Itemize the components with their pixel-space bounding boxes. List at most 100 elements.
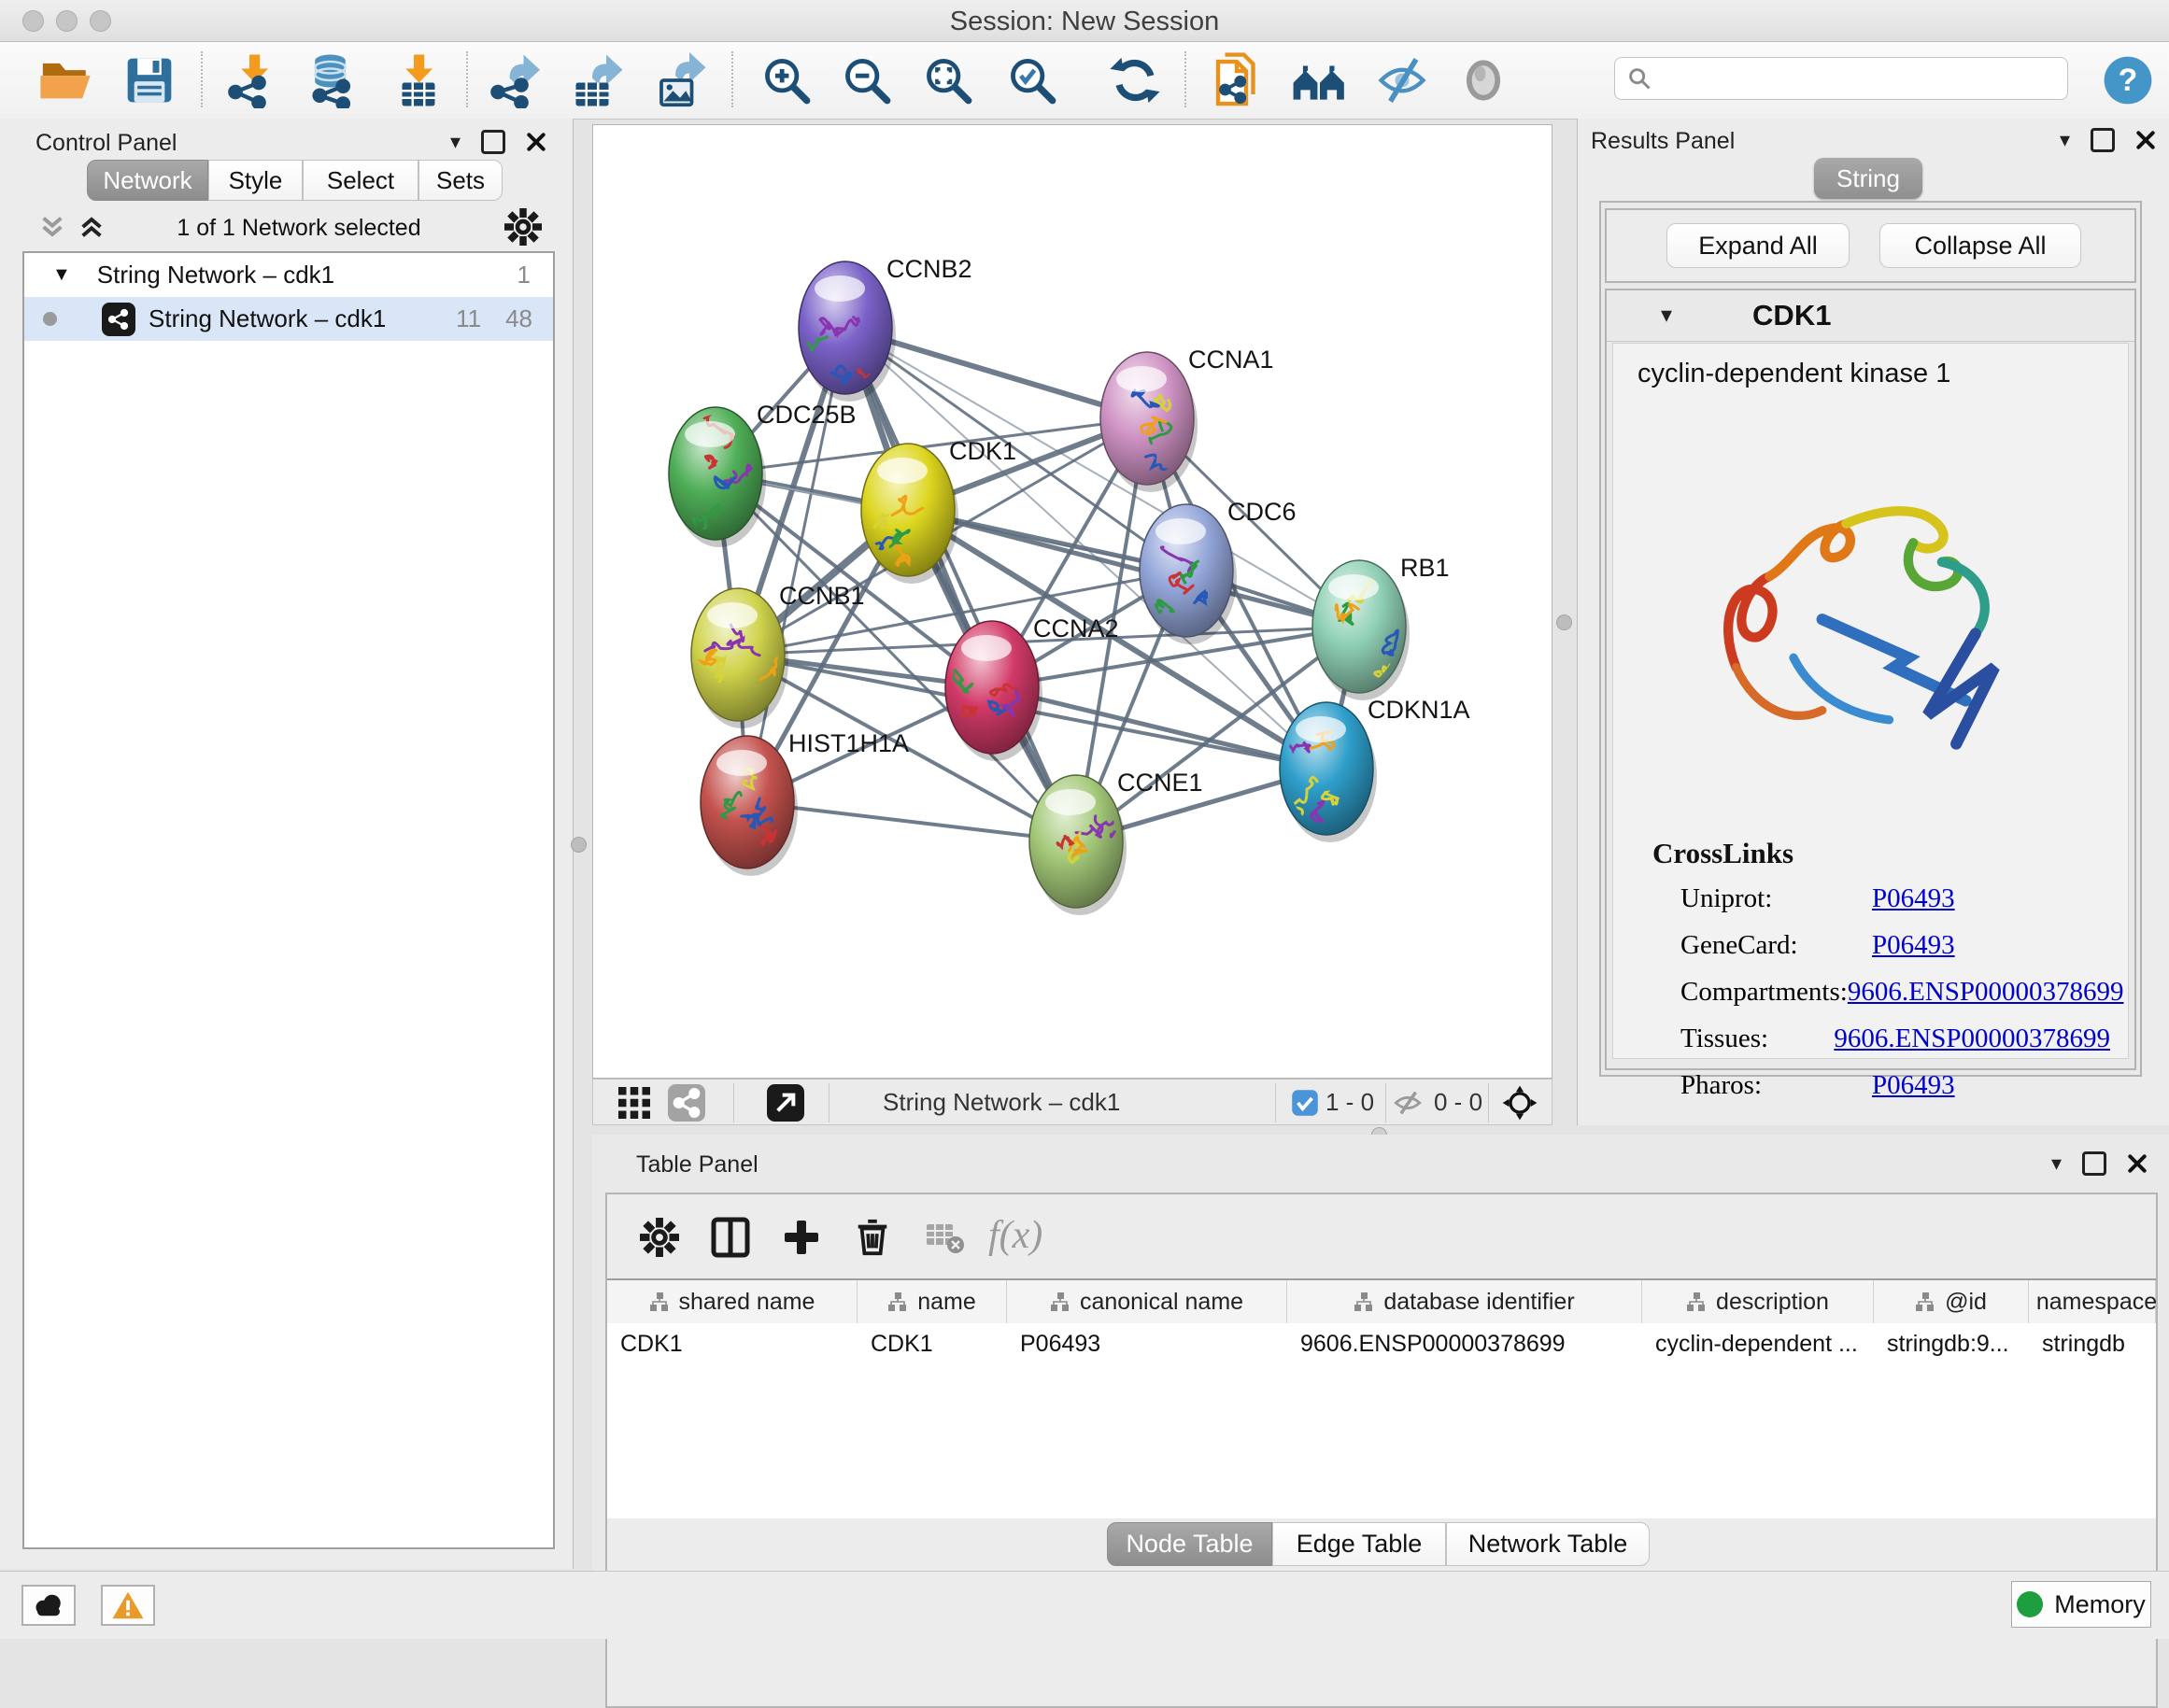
collection-expander-icon[interactable]: ▼ (52, 264, 71, 286)
tab-network[interactable]: Network (87, 160, 208, 201)
crosslink-value-link[interactable]: 9606.ENSP00000378699 (1834, 1023, 2110, 1054)
document-share-button[interactable] (1207, 50, 1267, 110)
network-edge-CCNB2-CCNE1[interactable] (845, 328, 1076, 841)
create-column-button[interactable] (775, 1211, 828, 1263)
zoom-selected-button[interactable] (1002, 50, 1062, 110)
network-node-RB1[interactable]: RB1 (1312, 554, 1450, 700)
import-database-button[interactable] (303, 50, 362, 110)
right-splitter-handle[interactable] (1556, 614, 1572, 630)
network-node-CCNE1[interactable]: CCNE1 (1029, 769, 1203, 915)
table-cell[interactable]: stringdb (2029, 1323, 2156, 1364)
network-node-CCNB2[interactable]: CCNB2 (790, 255, 972, 402)
export-table-button[interactable] (567, 50, 627, 110)
panel-menu-icon[interactable]: ▾ (2060, 130, 2070, 150)
zoom-in-button[interactable] (757, 50, 816, 110)
tab-string[interactable]: String (1814, 158, 1922, 199)
close-panel-icon[interactable] (2135, 130, 2156, 150)
fit-selected-crosshair-button[interactable] (1501, 1084, 1538, 1122)
network-row-selected[interactable]: String Network – cdk1 11 48 (24, 297, 553, 341)
tab-network-table[interactable]: Network Table (1446, 1522, 1650, 1566)
collapse-all-button[interactable]: Collapse All (1879, 223, 2081, 268)
panel-menu-icon[interactable]: ▾ (450, 132, 461, 152)
export-image-button[interactable] (650, 50, 710, 110)
warnings-button[interactable] (101, 1585, 155, 1626)
table-cell[interactable]: cyclin-dependent ... (1642, 1323, 1874, 1364)
hidden-eye-icon[interactable] (1389, 1084, 1426, 1122)
crosslink-value-link[interactable]: 9606.ENSP00000378699 (1848, 977, 2124, 1008)
close-panel-icon[interactable] (2127, 1153, 2148, 1174)
crosslink-label: Pharos: (1680, 1070, 1872, 1101)
float-panel-icon[interactable] (481, 130, 505, 154)
close-panel-icon[interactable] (526, 132, 546, 152)
network-node-HIST1H1A[interactable]: HIST1H1A (701, 729, 909, 876)
collection-name: String Network – cdk1 (97, 261, 334, 289)
import-table-button[interactable] (389, 50, 448, 110)
zoom-fit-button[interactable] (918, 50, 978, 110)
tab-style[interactable]: Style (208, 160, 303, 201)
crosslink-value-link[interactable]: P06493 (1872, 930, 1955, 961)
memory-button[interactable]: Memory (2011, 1581, 2151, 1628)
column-header-description[interactable]: description (1642, 1280, 1874, 1323)
collapse-all-networks-icon[interactable] (37, 212, 67, 247)
network-node-CCNA1[interactable]: CCNA1 (1100, 346, 1274, 492)
network-node-CDKN1A[interactable]: CDKN1A (1280, 696, 1470, 842)
column-header-database-identifier[interactable]: database identifier (1287, 1280, 1642, 1323)
open-in-new-window-button[interactable] (767, 1084, 804, 1122)
table-cell[interactable]: CDK1 (858, 1323, 1007, 1364)
table-options-gear-button[interactable] (633, 1211, 686, 1263)
homes-button[interactable] (1290, 50, 1350, 110)
column-header-namespace[interactable]: namespace (2029, 1280, 2156, 1323)
footer-separator (733, 1083, 734, 1122)
expand-all-networks-icon[interactable] (77, 212, 106, 247)
network-options-gear-icon[interactable] (504, 208, 542, 250)
crosslink-value-link[interactable]: P06493 (1872, 883, 1955, 914)
float-panel-icon[interactable] (2091, 128, 2115, 152)
table-row[interactable]: CDK1CDK1P064939606.ENSP00000378699cyclin… (607, 1323, 2156, 1364)
import-network-button[interactable] (224, 50, 284, 110)
tab-node-table[interactable]: Node Table (1107, 1522, 1272, 1566)
export-network-button[interactable] (487, 50, 546, 110)
table-cell[interactable]: 9606.ENSP00000378699 (1287, 1323, 1642, 1364)
network-canvas[interactable]: CCNB2CCNA1CDC25BCDK1CDC6RB1CCNB1CCNA2CDK… (592, 124, 1552, 1079)
network-node-CCNB1[interactable]: CCNB1 (691, 582, 865, 728)
network-share-button[interactable] (668, 1084, 705, 1122)
search-input[interactable] (1652, 64, 2048, 93)
table-panel: Table Panel ▾ f(x) shared namenamecanoni… (592, 1135, 2169, 1571)
table-cell[interactable]: stringdb:9... (1874, 1323, 2029, 1364)
network-type-icon (102, 303, 135, 336)
tab-select[interactable]: Select (303, 160, 418, 201)
hide-eye-button[interactable] (1372, 50, 1432, 110)
show-columns-button[interactable] (704, 1211, 757, 1263)
save-session-button[interactable] (120, 50, 179, 110)
tab-edge-table[interactable]: Edge Table (1272, 1522, 1446, 1566)
column-header-canonical-name[interactable]: canonical name (1007, 1280, 1287, 1323)
help-button[interactable]: ? (2098, 50, 2158, 110)
panel-menu-icon[interactable]: ▾ (2051, 1153, 2062, 1174)
table-cell[interactable]: CDK1 (607, 1323, 858, 1364)
cloud-button[interactable] (21, 1585, 76, 1626)
network-node-CDC6[interactable]: CDC6 (1140, 498, 1297, 644)
left-splitter-handle[interactable] (571, 837, 587, 853)
network-graph[interactable]: CCNB2CCNA1CDC25BCDK1CDC6RB1CCNB1CCNA2CDK… (593, 125, 1552, 1078)
gene-expander-icon[interactable]: ▾ (1661, 304, 1672, 327)
open-session-button[interactable] (35, 50, 95, 110)
crosslink-value-link[interactable]: P06493 (1872, 1070, 1955, 1101)
gene-header-row[interactable]: ▾ CDK1 (1607, 290, 2134, 342)
column-header-name[interactable]: name (858, 1280, 1007, 1323)
search-field[interactable] (1614, 57, 2068, 100)
birds-eye-view-button[interactable] (616, 1084, 653, 1122)
tab-sets[interactable]: Sets (418, 160, 503, 201)
expand-all-button[interactable]: Expand All (1666, 223, 1850, 268)
network-node-CDC25B[interactable]: CDC25B (669, 401, 857, 547)
zoom-out-button[interactable] (837, 50, 897, 110)
delete-column-button[interactable] (846, 1211, 899, 1263)
table-cell[interactable]: P06493 (1007, 1323, 1287, 1364)
float-panel-icon[interactable] (2082, 1151, 2106, 1176)
show-eye-button[interactable] (1453, 50, 1513, 110)
refresh-layout-button[interactable] (1105, 50, 1165, 110)
selected-checkbox-icon[interactable] (1286, 1084, 1324, 1122)
column-header--id[interactable]: @id (1874, 1280, 2029, 1323)
delete-table-button-disabled (919, 1211, 971, 1263)
network-collection-row[interactable]: ▼ String Network – cdk1 1 (24, 253, 553, 297)
column-header-shared-name[interactable]: shared name (607, 1280, 858, 1323)
